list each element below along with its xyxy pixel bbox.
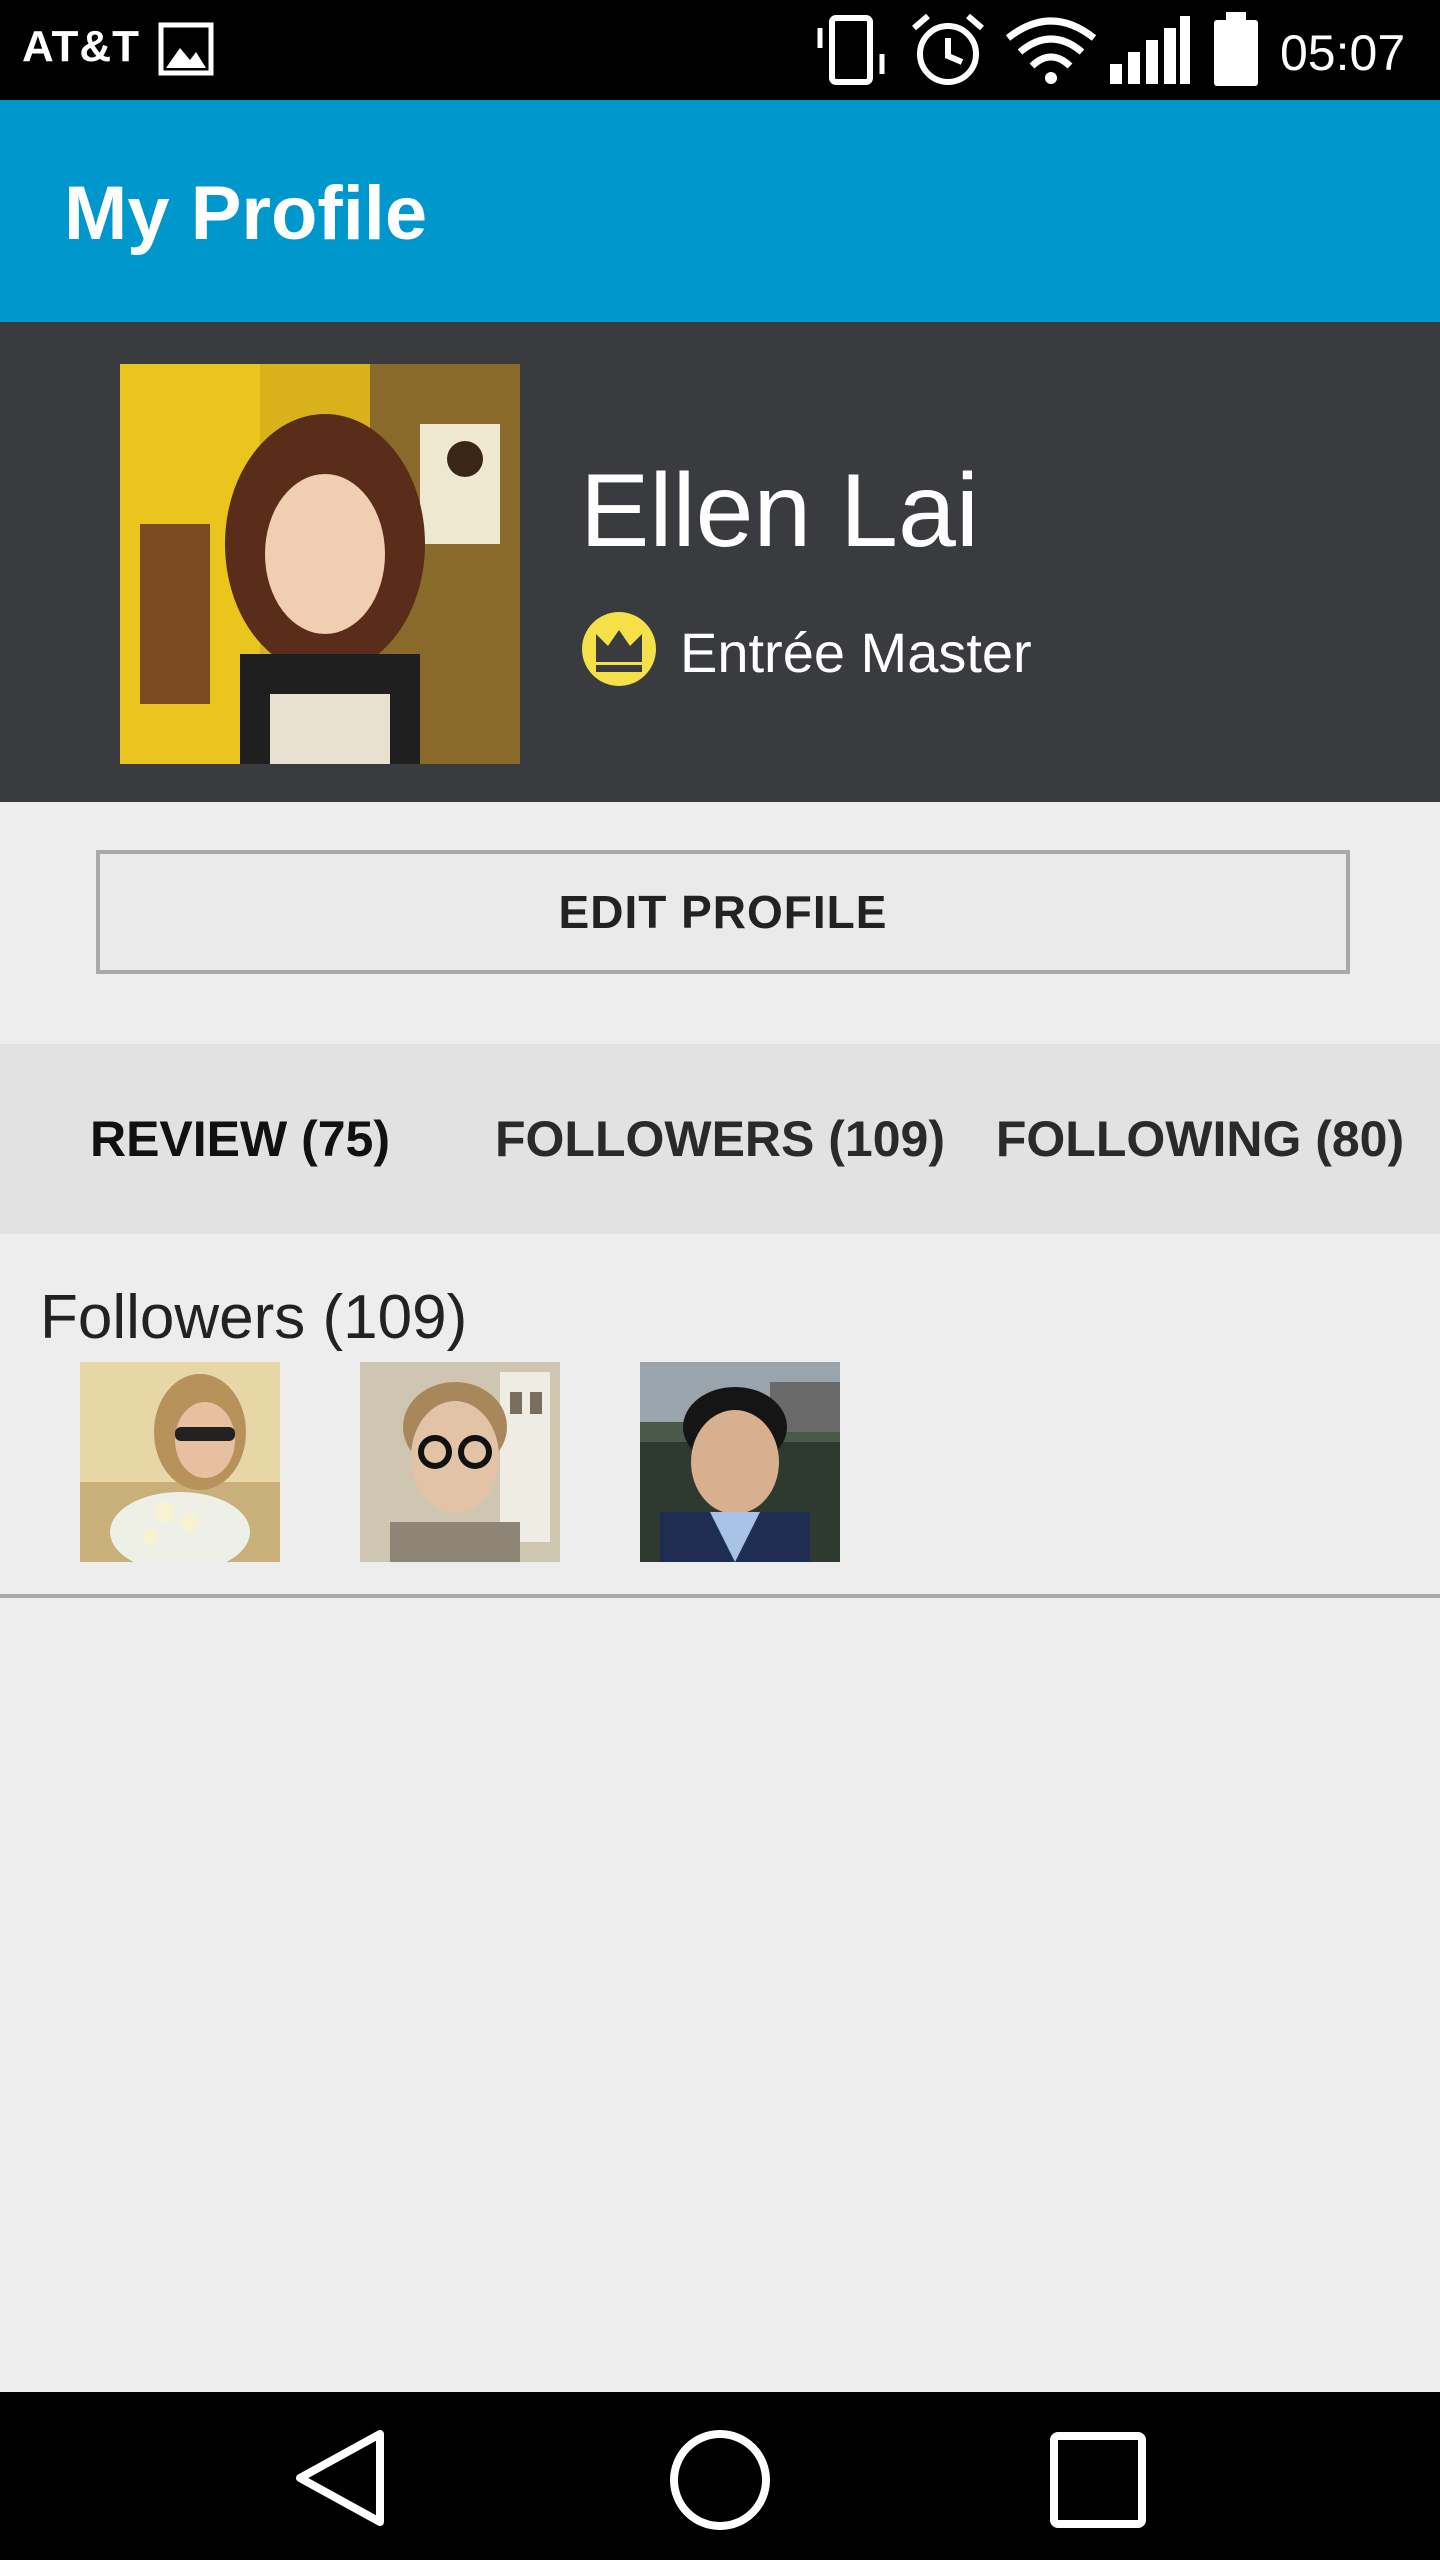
recents-icon[interactable] — [1050, 2432, 1146, 2528]
page-title: My Profile — [64, 171, 428, 256]
tab-followers[interactable]: FOLLOWERS (109) — [480, 1044, 960, 1234]
crown-icon — [582, 612, 656, 686]
profile-avatar[interactable] — [120, 364, 520, 764]
profile-header: Ellen Lai Entrée Master — [0, 322, 1440, 802]
status-bar: AT&T 05:07 — [0, 0, 1440, 100]
tab-following[interactable]: FOLLOWING (80) — [960, 1044, 1440, 1234]
vibrate-icon — [817, 15, 885, 85]
image-icon — [158, 22, 214, 76]
rank-label: Entrée Master — [680, 621, 1032, 684]
back-icon[interactable] — [290, 2428, 390, 2528]
tab-review[interactable]: REVIEW (75) — [0, 1044, 480, 1234]
signal-icon — [1110, 16, 1190, 84]
tab-bar: REVIEW (75) FOLLOWERS (109) FOLLOWING (8… — [0, 1044, 1440, 1234]
home-icon[interactable] — [668, 2428, 772, 2532]
carrier-label: AT&T — [22, 22, 141, 71]
follower-avatar-1[interactable] — [80, 1362, 280, 1562]
profile-avatar-image — [120, 364, 520, 764]
edit-profile-button[interactable]: EDIT PROFILE — [96, 850, 1350, 974]
section-divider — [0, 1594, 1440, 1598]
profile-name: Ellen Lai — [580, 453, 979, 569]
alarm-icon — [912, 13, 984, 85]
wifi-icon — [1005, 17, 1097, 84]
navigation-bar — [0, 2392, 1440, 2560]
status-time: 05:07 — [1280, 25, 1406, 81]
battery-icon — [1214, 12, 1258, 86]
follower-avatar-2[interactable] — [360, 1362, 560, 1562]
app-bar: My Profile — [0, 100, 1440, 322]
followers-heading: Followers (109) — [40, 1283, 468, 1352]
follower-avatar-3[interactable] — [640, 1362, 840, 1562]
